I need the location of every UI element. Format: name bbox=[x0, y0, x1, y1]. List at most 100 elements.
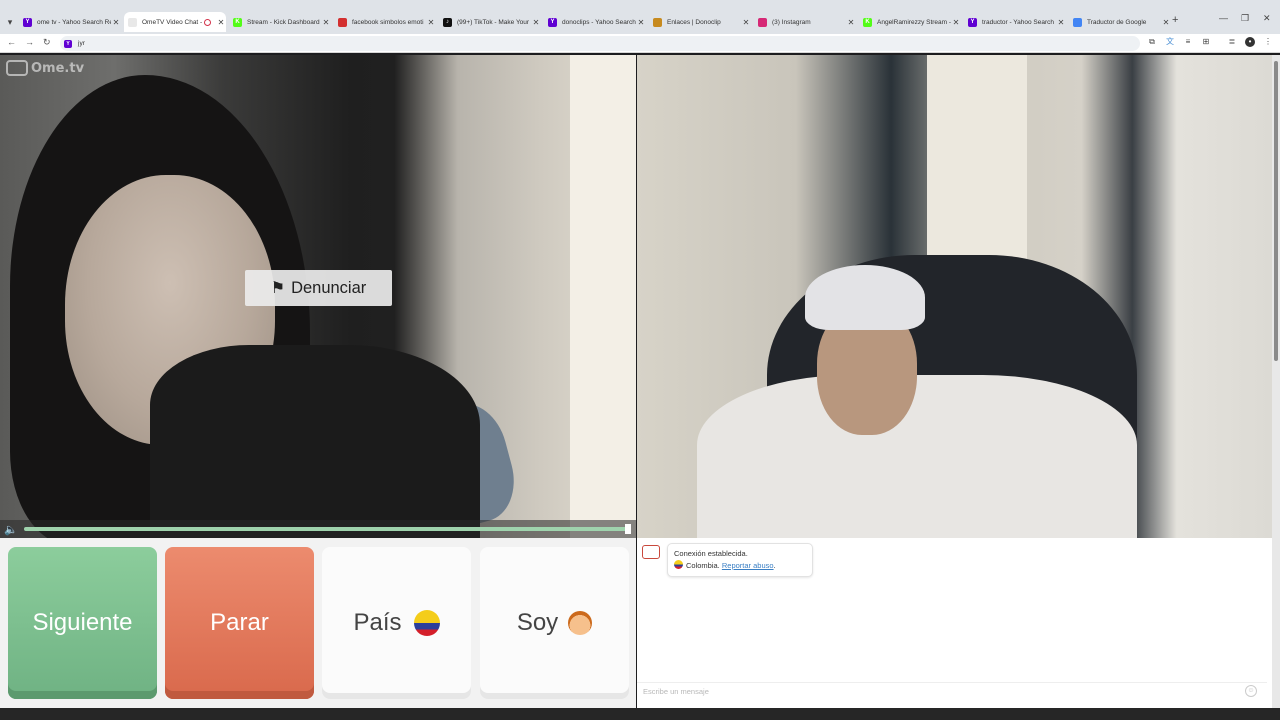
browser-tab[interactable]: OmeTV Video Chat - ✕ bbox=[124, 12, 226, 32]
new-tab-button[interactable]: + bbox=[1172, 14, 1178, 26]
stop-label: Parar bbox=[210, 609, 269, 636]
ometv-chat-icon bbox=[642, 545, 660, 559]
country-button[interactable]: País bbox=[322, 547, 471, 699]
reload-icon[interactable]: ↻ bbox=[43, 37, 51, 48]
next-label: Siguiente bbox=[32, 609, 133, 636]
site-favicon-icon: Y bbox=[64, 39, 72, 48]
tab-favicon-icon bbox=[758, 17, 767, 27]
tab-favicon-icon: K bbox=[233, 17, 242, 27]
tab-title: Enlaces | Donoclip bbox=[667, 18, 721, 26]
logo-text: Ome.tv bbox=[31, 60, 85, 76]
url-field[interactable]: Y jyr bbox=[60, 36, 1140, 51]
boy-icon bbox=[568, 611, 593, 635]
scrollbar-thumb[interactable] bbox=[1274, 61, 1278, 361]
volume-slider-thumb[interactable] bbox=[625, 524, 631, 534]
ometv-logo-icon bbox=[6, 60, 28, 76]
close-tab-icon[interactable]: ✕ bbox=[1056, 18, 1066, 27]
volume-icon[interactable]: 🔈 bbox=[4, 523, 18, 536]
close-window-icon[interactable]: ✕ bbox=[1263, 13, 1271, 24]
report-button[interactable]: ⚑ Denunciar bbox=[245, 270, 392, 306]
close-tab-icon[interactable]: ✕ bbox=[1161, 18, 1171, 27]
close-tab-icon[interactable]: ✕ bbox=[426, 18, 436, 27]
message-placeholder: Escribe un mensaje bbox=[643, 687, 709, 696]
tab-favicon-icon bbox=[653, 17, 662, 27]
self-video bbox=[637, 55, 1272, 538]
colombia-flag-icon bbox=[413, 610, 440, 636]
tab-favicon-icon: K bbox=[863, 17, 872, 27]
close-tab-icon[interactable]: ✕ bbox=[321, 18, 331, 27]
connection-status: Conexión establecida. bbox=[674, 549, 748, 558]
report-label: Denunciar bbox=[291, 278, 367, 297]
tab-favicon-icon: Y bbox=[23, 17, 32, 27]
browser-tab[interactable]: ♪ (99+) TikTok - Make Your D ✕ bbox=[439, 14, 541, 30]
tab-favicon-icon bbox=[128, 17, 137, 27]
message-input[interactable]: Escribe un mensaje ☺ bbox=[637, 682, 1267, 700]
browser-tab[interactable]: Ytraductor - Yahoo Search ✕ bbox=[964, 14, 1066, 30]
menu-icon[interactable]: ⋮ bbox=[1263, 37, 1273, 47]
page-bottom-strip bbox=[0, 708, 1280, 720]
video-person bbox=[805, 265, 925, 330]
tab-favicon-icon bbox=[338, 17, 347, 27]
close-tab-icon[interactable]: ✕ bbox=[531, 18, 541, 27]
volume-slider[interactable] bbox=[24, 524, 631, 534]
translate-icon[interactable]: 文 bbox=[1165, 37, 1175, 47]
stop-button[interactable]: Parar bbox=[165, 547, 314, 699]
tab-favicon-icon: Y bbox=[968, 17, 977, 27]
video-person bbox=[697, 375, 1137, 538]
recording-icon bbox=[204, 18, 211, 26]
extension-icon[interactable]: ⧉ bbox=[1147, 37, 1157, 47]
tab-favicon-icon bbox=[1073, 17, 1082, 27]
browser-tab[interactable]: Ydonoclips - Yahoo Search ✕ bbox=[544, 14, 646, 30]
close-tab-icon[interactable]: ✕ bbox=[111, 18, 121, 27]
video-background bbox=[570, 55, 636, 538]
browser-tab[interactable]: K Stream - Kick Dashboard ✕ bbox=[229, 14, 331, 30]
close-tab-icon[interactable]: ✕ bbox=[636, 18, 646, 27]
tab-title: ome tv - Yahoo Search Re bbox=[37, 18, 111, 26]
profile-avatar[interactable]: • bbox=[1245, 37, 1255, 47]
country-label: País bbox=[353, 609, 402, 636]
tab-favicon-icon: Y bbox=[548, 17, 557, 27]
tab-title: facebook simbolos emoti bbox=[352, 18, 424, 26]
close-tab-icon[interactable]: ✕ bbox=[216, 18, 226, 27]
partner-country: Colombia. bbox=[686, 561, 720, 570]
browser-tab[interactable]: K AngelRamirezzy Stream - ✕ bbox=[859, 14, 961, 30]
action-panel: Siguiente Parar País Soy bbox=[0, 538, 636, 708]
tab-title: OmeTV Video Chat - bbox=[142, 18, 203, 26]
tab-title: Stream - Kick Dashboard bbox=[247, 18, 320, 26]
browser-tab[interactable]: facebook simbolos emoti ✕ bbox=[334, 14, 436, 30]
report-abuse-link[interactable]: Reportar abuso bbox=[722, 561, 774, 570]
tab-favicon-icon: ♪ bbox=[443, 17, 452, 27]
sidebar-icon[interactable]: ≣ bbox=[1227, 37, 1237, 47]
tab-title: Traductor de Google bbox=[1087, 18, 1147, 26]
gender-button[interactable]: Soy bbox=[480, 547, 629, 699]
next-button[interactable]: Siguiente bbox=[8, 547, 157, 699]
tab-title: AngelRamirezzy Stream - bbox=[877, 18, 951, 26]
back-icon[interactable]: ← bbox=[7, 37, 16, 47]
browser-tab[interactable]: Enlaces | Donoclip ✕ bbox=[649, 14, 751, 30]
restore-icon[interactable]: ❐ bbox=[1241, 13, 1249, 24]
tab-search-icon[interactable]: ▾ bbox=[3, 15, 17, 29]
reading-list-icon[interactable]: ≡ bbox=[1183, 37, 1193, 47]
emoji-icon[interactable]: ☺ bbox=[1245, 685, 1257, 697]
chat-panel: Conexión establecida. Colombia. Reportar… bbox=[637, 538, 1272, 708]
punctuation: . bbox=[773, 561, 776, 570]
address-bar: ← → ↻ Y jyr ⧉ 文 ≡ ⊞ ≣ • ⋮ bbox=[0, 34, 1280, 53]
browser-tab[interactable]: (3) Instagram ✕ bbox=[754, 14, 856, 30]
url-text: jyr bbox=[78, 40, 85, 47]
close-tab-icon[interactable]: ✕ bbox=[741, 18, 751, 27]
close-tab-icon[interactable]: ✕ bbox=[951, 18, 961, 27]
forward-icon[interactable]: → bbox=[25, 37, 34, 47]
flag-icon: ⚑ bbox=[270, 280, 286, 297]
browser-tab[interactable]: Yome tv - Yahoo Search Re ✕ bbox=[19, 14, 121, 30]
minimize-icon[interactable]: — bbox=[1219, 13, 1228, 23]
gender-label: Soy bbox=[516, 609, 559, 636]
tab-title: (3) Instagram bbox=[772, 18, 811, 26]
tab-title: donoclips - Yahoo Search bbox=[562, 18, 636, 26]
tab-bar: ▾ Yome tv - Yahoo Search Re ✕ OmeTV Video … bbox=[0, 0, 1280, 34]
browser-tab[interactable]: Traductor de Google ✕ bbox=[1069, 14, 1171, 30]
system-message: Conexión establecida. Colombia. Reportar… bbox=[667, 543, 813, 577]
page-scrollbar[interactable] bbox=[1272, 55, 1280, 720]
close-tab-icon[interactable]: ✕ bbox=[846, 18, 856, 27]
video-person bbox=[150, 345, 480, 538]
puzzle-icon[interactable]: ⊞ bbox=[1201, 37, 1211, 47]
